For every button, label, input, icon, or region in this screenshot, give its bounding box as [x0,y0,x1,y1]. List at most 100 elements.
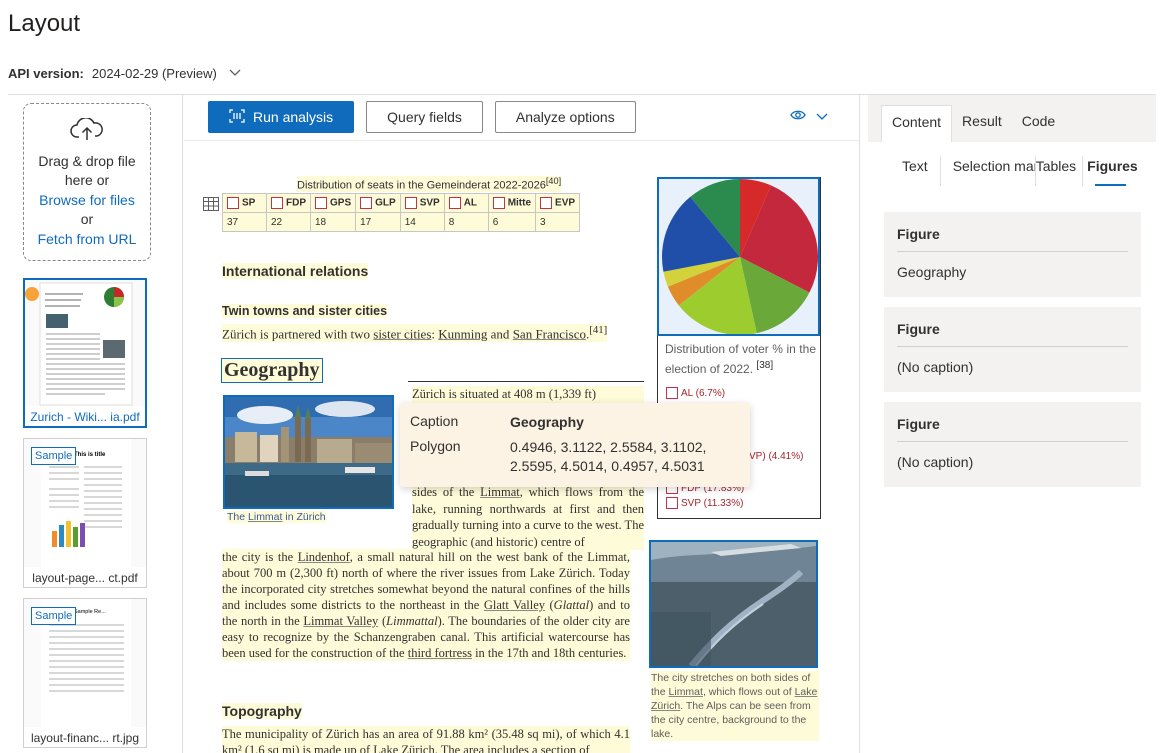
selection-mark [227,197,239,209]
aerial-photo-caption: The city stretches on both sides of the … [651,671,819,741]
file-drop-zone[interactable]: Drag & drop file here or Browse for file… [23,103,151,261]
seat-table-ref: [40] [545,176,562,186]
visibility-toggle[interactable] [790,108,828,126]
tooltip-polygon-label: Polygon [410,438,461,454]
subtab-figures[interactable]: Figures [1083,156,1138,186]
api-version-value[interactable]: 2024-02-29 (Preview) [92,66,217,81]
selection-mark [666,387,678,399]
pie-caption: Distribution of voter % in the election … [665,342,816,376]
thumbnail-doc-title: This is title [74,452,106,458]
figure-card[interactable]: Figure Geography [884,212,1141,297]
subtab-text[interactable]: Text [890,156,941,186]
table-cell: EVP [535,193,581,213]
seat-table-title-text: Distribution of seats in the Gemeinderat… [297,179,546,192]
api-version-selector[interactable]: API version: 2024-02-29 (Preview) [8,66,241,81]
subtab-selection-marks[interactable]: Selection marl [941,156,1036,186]
table-cell: 3 [535,212,581,232]
topography-heading: Topography [222,703,302,719]
or-text: or [80,211,94,227]
figure-card-caption: (No caption) [897,359,974,375]
tab-result[interactable]: Result [952,105,1012,142]
legend-item: VP) (4.41%) [749,451,804,462]
legend-item: SVP (11.33%) [666,497,743,509]
figure-card-caption: Geography [897,264,967,280]
fetch-url-link[interactable]: Fetch from URL [24,230,150,250]
thumbnail-preview [25,280,145,406]
heading-rule [408,381,644,382]
twin-paragraph: Zürich is partnered with two sister citi… [222,324,608,343]
viewer-divider [859,95,860,753]
table-cell: FDP [266,193,311,213]
figure-card-title: Figure [897,416,1128,442]
topography-paragraph: The municipality of Zürich has an area o… [222,726,630,753]
drop-text-1: Drag & drop file [38,152,136,169]
figure-card-title: Figure [897,321,1128,347]
selection-mark [404,197,417,209]
thumbnail-doc-title: Sample Re... [74,609,106,615]
drop-text-2: here or [64,172,110,188]
figure-card[interactable]: Figure (No caption) [884,307,1141,392]
analyze-options-button[interactable]: Analyze options [494,101,636,133]
chevron-down-icon[interactable] [816,108,828,126]
file-thumbnail-layout-page[interactable]: This is title Sample layout-page... ct.p… [23,438,147,588]
result-tabs: Content Result Code [881,105,1065,142]
table-cell: SP [222,193,267,213]
table-cell: 17 [355,212,401,232]
figure-card[interactable]: Figure (No caption) [884,402,1141,487]
tab-content[interactable]: Content [881,105,953,142]
table-cell: SVP [399,193,445,213]
toolbar: Run analysis Query fields Analyze option… [208,101,636,133]
figure-card-caption: (No caption) [897,454,974,470]
selection-mark [360,197,373,209]
file-thumbnail-layout-financial[interactable]: Sample Re... Sample layout-financ... rt.… [23,598,147,748]
selection-mark [271,197,283,209]
file-name: layout-financ... rt.jpg [30,731,140,745]
aerial-photo[interactable] [649,540,818,668]
scan-icon [229,108,245,126]
geography-paragraph-cont: sides of the Limmat, which flows from th… [412,484,644,550]
table-cell: 18 [309,212,357,232]
file-name: Zurich - Wiki... ia.pdf [30,410,140,424]
sample-badge: Sample [31,447,77,465]
browse-files-link[interactable]: Browse for files [24,191,150,211]
pie-figure[interactable] [657,177,820,336]
geography-heading[interactable]: Geography [221,358,323,383]
eye-icon[interactable] [790,108,806,126]
results-panel: Content Result Code Text Selection marl … [868,95,1156,753]
selection-mark [666,497,678,509]
legend-item: AL (6.7%) [666,387,725,399]
seat-table: SP FDP GPS GLP SVP AL Mitte EVP 37 22 18… [222,193,581,232]
figure-card-title: Figure [897,226,1128,252]
table-cell: GPS [309,193,357,213]
limmat-photo-caption: The Limmat in Zürich [227,511,326,523]
chevron-down-icon[interactable] [229,68,241,80]
selection-mark [315,197,327,209]
content-subtabs: Text Selection marl Tables Figures [890,156,1138,186]
tooltip-caption-value: Geography [510,414,584,430]
selection-mark [492,197,505,209]
table-cell: Mitte [487,193,537,213]
table-cell: 37 [222,212,267,232]
selection-mark [540,197,553,209]
seat-table-title: Distribution of seats in the Gemeinderat… [297,176,562,192]
query-fields-button[interactable]: Query fields [366,101,483,133]
geography-paragraph-start: Zürich is situated at 408 m (1,339 ft) [412,386,644,403]
subtab-tables[interactable]: Tables [1036,156,1084,186]
table-cell: 6 [487,212,537,232]
cloud-upload-icon [24,117,150,148]
sample-badge: Sample [31,607,77,625]
tab-code[interactable]: Code [1012,105,1065,142]
table-cell: 22 [266,212,311,232]
table-cell: 8 [443,212,489,232]
limmat-photo[interactable] [223,395,394,509]
twin-heading: Twin towns and sister cities [222,304,388,318]
run-analysis-button[interactable]: Run analysis [208,101,355,133]
geography-paragraph-main: the city is the Lindenhof, a small natur… [222,549,630,661]
table-icon[interactable] [203,197,219,216]
pie-chart [662,179,818,335]
figure-tooltip: Caption Geography Polygon 0.4946, 3.1122… [400,403,750,487]
api-version-label: API version: [8,66,84,81]
file-thumbnail-zurich[interactable]: Zurich - Wiki... ia.pdf [23,278,147,428]
file-panel: Drag & drop file here or Browse for file… [8,95,183,753]
tooltip-polygon-value: 0.4946, 3.1122, 2.5584, 3.1102, 2.5595, … [510,439,707,474]
